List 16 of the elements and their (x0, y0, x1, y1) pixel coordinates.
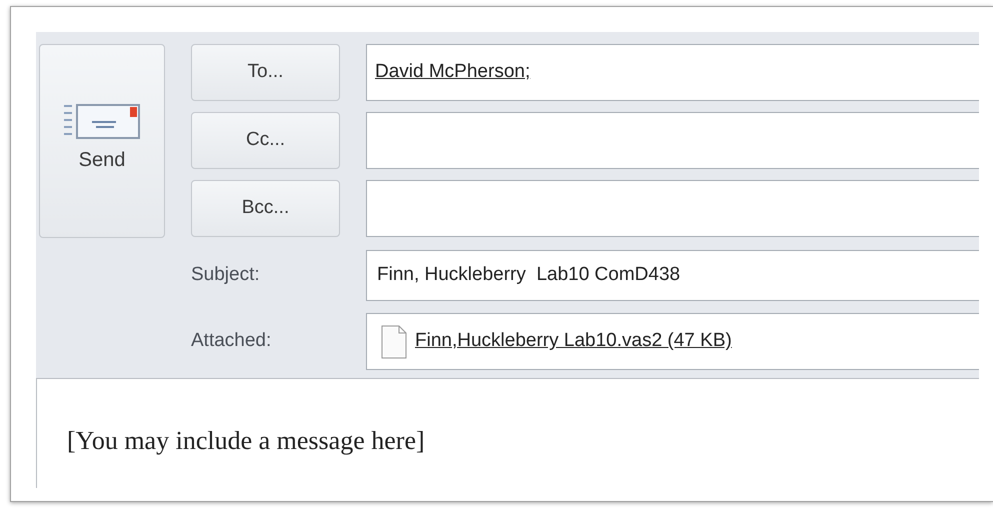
subject-field[interactable]: Finn, Huckleberry Lab10 ComD438 (366, 250, 979, 301)
address-button[interactable]: Bcc... (191, 180, 340, 237)
message-body[interactable]: [You may include a message here] (36, 378, 979, 488)
send-button[interactable]: Send (39, 44, 165, 238)
recipient-link[interactable]: David McPherson; (375, 58, 530, 87)
attached-label: Attached: (190, 329, 272, 354)
envelope-icon (64, 103, 140, 141)
recipient-field[interactable] (366, 180, 979, 237)
recipient-field[interactable]: David McPherson; (366, 44, 979, 101)
address-button[interactable]: To... (191, 44, 340, 101)
recipient-field[interactable] (366, 112, 979, 169)
address-button[interactable]: Cc... (191, 112, 340, 169)
document-icon (381, 324, 407, 358)
message-text: [You may include a message here] (67, 425, 426, 457)
subject-label: Subject: (190, 263, 261, 288)
attachment-link[interactable]: Finn,Huckleberry Lab10.vas2 (47 KB) (415, 327, 732, 356)
